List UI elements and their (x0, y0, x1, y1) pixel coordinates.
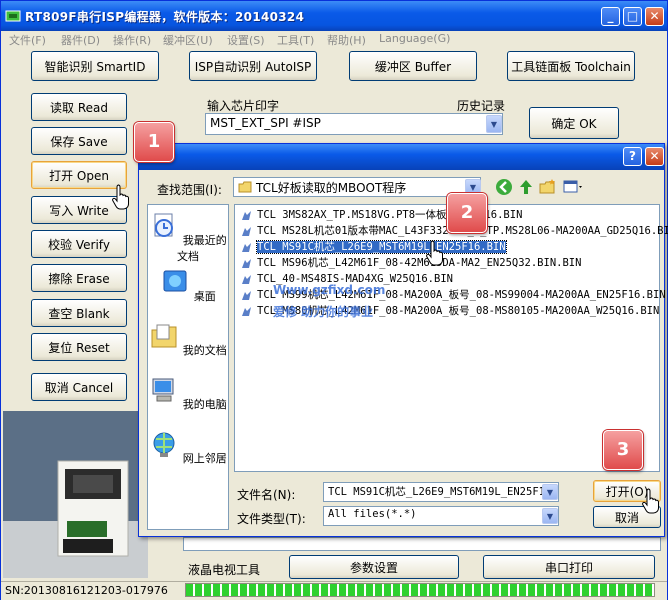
progress-bar (185, 583, 655, 597)
dialog-title-bar[interactable]: ? ✕ (139, 144, 664, 170)
look-in-combo[interactable]: TCL好板读取的MBOOT程序 (233, 177, 481, 197)
place-label: 网上邻居 (182, 452, 227, 465)
maximize-button[interactable]: □ (623, 7, 642, 26)
hand-cursor-icon (112, 184, 129, 210)
places-bar: 我最近的文档 桌面 我的文档 我的电脑 网上邻居 (147, 204, 229, 530)
filename-field[interactable]: TCL MS91C机芯_L26E9_MST6M19L_EN25F16.BIN (323, 482, 559, 502)
folder-icon (238, 181, 252, 193)
look-in-label: 查找范围(I): (157, 183, 222, 197)
file-icon (242, 211, 251, 220)
parameter-settings-button[interactable]: 参数设置 (289, 555, 459, 579)
toolchain-button[interactable]: 工具链面板 Toolchain (507, 51, 635, 81)
cancel-button[interactable]: 取消 Cancel (31, 373, 127, 401)
place-label: 我最近的文档 (177, 234, 227, 263)
auto-isp-button[interactable]: ISP自动识别 AutoISP (189, 51, 317, 81)
menu-bar: 文件(F) 器件(D) 操作(R) 缓冲区(U) 设置(S) 工具(T) 帮助(… (1, 31, 667, 48)
verify-button[interactable]: 校验 Verify (31, 230, 127, 258)
step-callout-1: 1 (134, 122, 174, 162)
menu-settings[interactable]: 设置(S) (227, 32, 265, 48)
serial-print-button[interactable]: 串口打印 (483, 555, 655, 579)
hand-cursor-icon (426, 240, 443, 266)
dialog-help-button[interactable]: ? (623, 147, 642, 166)
place-my-computer[interactable]: 我的电脑 (148, 375, 228, 412)
desktop-icon (163, 270, 187, 292)
place-desktop[interactable]: 桌面 (148, 267, 228, 304)
window-title: RT809F串行ISP编程器，软件版本：20140324 (25, 10, 305, 24)
history-label: 历史记录 (457, 99, 506, 113)
place-label: 我的文档 (182, 344, 227, 357)
file-icon (242, 227, 251, 236)
step-callout-3: 3 (603, 430, 643, 470)
app-icon (5, 10, 21, 22)
chip-input-label: 输入芯片印字 (207, 99, 280, 113)
erase-button[interactable]: 擦除 Erase (31, 264, 127, 292)
dialog-close-button[interactable]: ✕ (645, 147, 664, 166)
menu-language[interactable]: Language(G) (379, 32, 450, 45)
place-label: 桌面 (193, 290, 216, 303)
filename-dropdown-button[interactable]: ▼ (542, 484, 558, 500)
place-recent-documents[interactable]: 我最近的文档 (148, 211, 228, 264)
file-item[interactable]: TCL MS96机芯_L42M61F_08-42M615DA-MA2_EN25Q… (241, 255, 581, 271)
filename-label: 文件名(N): (237, 488, 296, 502)
filetype-dropdown-button[interactable]: ▼ (542, 508, 558, 524)
menu-file[interactable]: 文件(F) (9, 32, 46, 48)
menu-buffer[interactable]: 缓冲区(U) (163, 32, 213, 48)
save-button[interactable]: 保存 Save (31, 127, 127, 155)
open-file-dialog: ? ✕ 查找范围(I): TCL好板读取的MBOOT程序 ▼ 我最近的文档 桌面 (138, 143, 668, 537)
filetype-select[interactable]: All files(*.*) (323, 506, 559, 526)
file-icon (242, 291, 251, 300)
chip-input-field[interactable]: MST_EXT_SPI #ISP (205, 113, 503, 135)
filetype-label: 文件类型(T): (237, 512, 306, 526)
ok-button[interactable]: 确定 OK (529, 107, 619, 139)
minimize-button[interactable]: _ (601, 7, 620, 26)
file-icon (242, 307, 251, 316)
step-callout-2: 2 (447, 193, 487, 233)
buffer-button[interactable]: 缓冲区 Buffer (349, 51, 477, 81)
place-my-documents[interactable]: 我的文档 (148, 321, 228, 358)
menu-help[interactable]: 帮助(H) (327, 32, 366, 48)
look-in-value: TCL好板读取的MBOOT程序 (256, 181, 407, 195)
place-label: 我的电脑 (182, 398, 227, 411)
file-icon (242, 259, 251, 268)
watermark-url: Www.gzfixd.com (273, 283, 386, 297)
my-documents-icon (151, 324, 177, 348)
tv-tools-label: 液晶电视工具 (188, 563, 261, 577)
read-button[interactable]: 读取 Read (31, 93, 127, 121)
close-button[interactable]: ✕ (645, 7, 664, 26)
device-photo (3, 411, 148, 578)
back-icon[interactable] (495, 178, 513, 196)
network-places-icon (153, 432, 175, 457)
chip-history-dropdown-button[interactable]: ▼ (486, 115, 502, 133)
hand-cursor-icon (642, 488, 659, 514)
main-window: RT809F串行ISP编程器，软件版本：20140324 _ □ ✕ 文件(F)… (0, 0, 668, 600)
operation-panel: 读取 Read 保存 Save 打开 Open 写入 Write 校验 Veri… (21, 87, 136, 407)
blank-check-button[interactable]: 查空 Blank (31, 299, 127, 327)
title-bar[interactable]: RT809F串行ISP编程器，软件版本：20140324 _ □ ✕ (1, 1, 667, 31)
recent-documents-icon (154, 213, 174, 237)
smart-id-button[interactable]: 智能识别 SmartID (31, 51, 159, 81)
up-folder-icon[interactable] (517, 178, 535, 196)
menu-operation[interactable]: 操作(R) (113, 32, 151, 48)
file-list[interactable]: TCL 3MS82AX_TP.MS18VG.PT8一体板_GD25Q16.BIN… (234, 204, 668, 472)
serial-number: SN:20130816121203-017976 (5, 584, 168, 597)
view-menu-icon[interactable] (563, 178, 585, 196)
file-icon (242, 243, 251, 252)
file-icon (242, 275, 251, 284)
watermark-slogan: 爱修 助力你的事业 (273, 305, 374, 319)
new-folder-icon[interactable] (539, 178, 557, 196)
my-computer-icon (152, 378, 174, 402)
menu-device[interactable]: 器件(D) (61, 32, 100, 48)
log-scrollbar[interactable] (183, 537, 661, 551)
reset-button[interactable]: 复位 Reset (31, 333, 127, 361)
file-item-selected[interactable]: TCL MS91C机芯_L26E9_MST6M19L_EN25F16.BIN (241, 239, 507, 255)
menu-tools[interactable]: 工具(T) (277, 32, 314, 48)
place-network[interactable]: 网上邻居 (148, 429, 228, 466)
